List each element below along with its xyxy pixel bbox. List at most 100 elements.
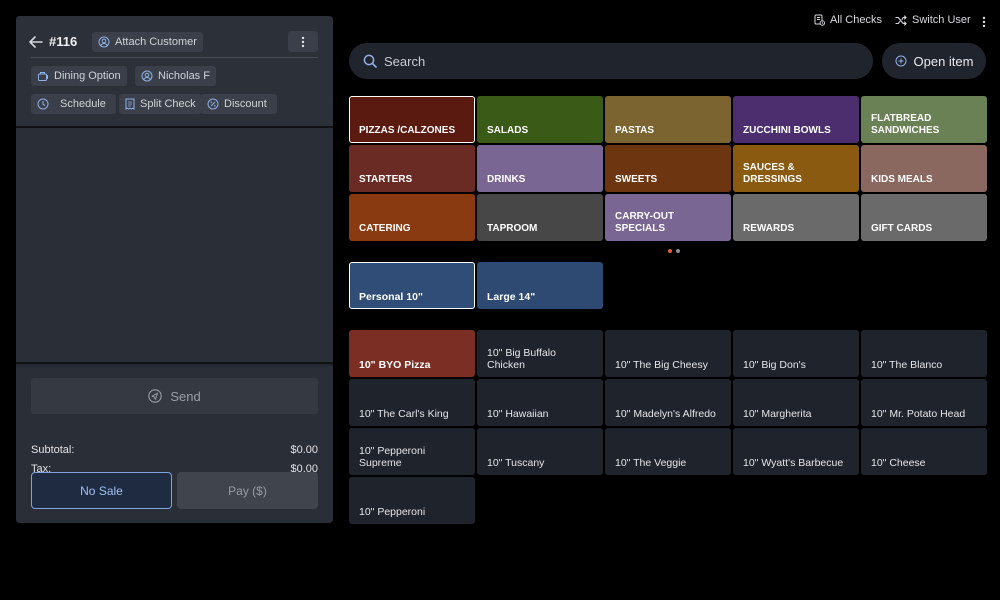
search-input[interactable]	[384, 53, 824, 69]
no-sale-button[interactable]: No Sale	[31, 472, 172, 509]
menu-item-tile[interactable]: 10" Big Buffalo Chicken	[477, 330, 603, 377]
menu-item-label: 10" Pepperoni	[359, 506, 426, 518]
pager-dot-active[interactable]	[668, 249, 672, 253]
category-tile[interactable]: KIDS MEALS	[861, 145, 987, 192]
attach-customer-label: Attach Customer	[115, 36, 197, 48]
category-tile[interactable]: REWARDS	[733, 194, 859, 241]
category-tile[interactable]: STARTERS	[349, 145, 475, 192]
switch-user-button[interactable]: Switch User	[895, 14, 971, 26]
split-check-button[interactable]: Split Check	[119, 94, 202, 114]
menu-item-label: 10" Cheese	[871, 457, 926, 469]
percent-badge-icon	[207, 98, 219, 110]
menu-item-tile[interactable]: 10" Hawaiian	[477, 379, 603, 426]
size-tab[interactable]: Large 14"	[477, 262, 603, 309]
attach-customer-button[interactable]: Attach Customer	[92, 32, 203, 52]
check-number: #116	[49, 34, 78, 49]
dining-option-button[interactable]: Dining Option	[31, 66, 127, 86]
switch-user-label: Switch User	[912, 14, 971, 26]
discount-label: Discount	[224, 98, 267, 110]
menu-item-tile[interactable]: 10" Mr. Potato Head	[861, 379, 987, 426]
category-tile[interactable]: DRINKS	[477, 145, 603, 192]
category-label: SWEETS	[615, 174, 658, 185]
discount-button[interactable]: Discount	[201, 94, 277, 114]
category-label: REWARDS	[743, 223, 795, 234]
back-arrow-icon[interactable]	[28, 34, 44, 50]
all-checks-label: All Checks	[830, 14, 882, 26]
category-pager	[668, 249, 680, 253]
category-tile[interactable]: SAUCES & DRESSINGS	[733, 145, 859, 192]
search-bar[interactable]	[349, 43, 873, 79]
shuffle-icon	[895, 14, 907, 26]
menu-item-tile[interactable]: 10" Madelyn's Alfredo	[605, 379, 731, 426]
category-tile[interactable]: ZUCCHINI BOWLS	[733, 96, 859, 143]
send-button[interactable]: Send	[31, 378, 318, 414]
size-label: Personal 10"	[359, 291, 423, 303]
menu-item-tile[interactable]: 10" The Big Cheesy	[605, 330, 731, 377]
menu-item-tile[interactable]: 10" The Blanco	[861, 330, 987, 377]
menu-item-label: 10" Big Buffalo Chicken	[487, 347, 556, 371]
user-circle-icon	[141, 70, 153, 82]
menu-item-tile[interactable]: 10" Margherita	[733, 379, 859, 426]
check-items-area	[16, 126, 333, 364]
split-check-label: Split Check	[140, 98, 196, 110]
category-tile[interactable]: PIZZAS /CALZONES	[349, 96, 475, 143]
user-circle-icon	[98, 36, 110, 48]
menu-item-tile[interactable]: 10" Tuscany	[477, 428, 603, 475]
header-divider	[31, 57, 318, 58]
plus-circle-icon	[895, 55, 906, 67]
category-label: CARRY-OUT SPECIALS	[615, 211, 675, 234]
menu-item-tile[interactable]: 10" Cheese	[861, 428, 987, 475]
category-tile[interactable]: GIFT CARDS	[861, 194, 987, 241]
category-tile[interactable]: TAPROOM	[477, 194, 603, 241]
menu-item-label: 10" BYO Pizza	[359, 359, 431, 371]
category-label: DRINKS	[487, 174, 526, 185]
schedule-button[interactable]: Schedule	[31, 94, 116, 114]
category-tile[interactable]: PASTAS	[605, 96, 731, 143]
menu-item-tile[interactable]: 10" Wyatt's Barbecue	[733, 428, 859, 475]
server-label: Nicholas F	[158, 70, 210, 82]
clock-icon	[37, 98, 49, 110]
menu-item-tile[interactable]: 10" The Veggie	[605, 428, 731, 475]
category-tile[interactable]: CATERING	[349, 194, 475, 241]
category-tile[interactable]: SWEETS	[605, 145, 731, 192]
category-label: ZUCCHINI BOWLS	[743, 125, 831, 136]
menu-item-label: 10" Wyatt's Barbecue	[743, 457, 844, 469]
category-label: CATERING	[359, 223, 411, 234]
server-button[interactable]: Nicholas F	[135, 66, 216, 86]
open-item-label: Open item	[913, 53, 974, 69]
takeout-bag-icon	[38, 72, 48, 81]
menu-item-label: 10" Madelyn's Alfredo	[615, 408, 716, 420]
menu-item-label: 10" Margherita	[743, 408, 812, 420]
subtotal-label: Subtotal:	[31, 444, 75, 456]
menu-item-tile[interactable]: 10" Pepperoni	[349, 477, 475, 524]
category-tile[interactable]: FLATBREAD SANDWICHES	[861, 96, 987, 143]
menu-item-label: 10" The Carl's King	[359, 408, 449, 420]
check-menu-button[interactable]	[288, 31, 318, 52]
menu-item-tile[interactable]: 10" Big Don's	[733, 330, 859, 377]
category-tile[interactable]: SALADS	[477, 96, 603, 143]
menu-item-tile[interactable]: 10" The Carl's King	[349, 379, 475, 426]
open-item-button[interactable]: Open item	[882, 43, 986, 79]
menu-item-tile[interactable]: 10" BYO Pizza	[349, 330, 475, 377]
receipt-icon	[125, 98, 135, 110]
kebab-icon	[301, 36, 305, 47]
all-checks-button[interactable]: All Checks	[814, 14, 882, 26]
category-label: FLATBREAD SANDWICHES	[871, 113, 940, 136]
check-header: #116 Attach Customer Dining Option Nicho…	[16, 16, 333, 126]
menu-item-label: 10" The Big Cheesy	[615, 359, 708, 371]
category-label: SALADS	[487, 125, 529, 136]
checks-stack-icon	[814, 14, 825, 26]
pay-button[interactable]: Pay ($)	[177, 472, 318, 509]
category-tile[interactable]: CARRY-OUT SPECIALS	[605, 194, 731, 241]
pager-dot[interactable]	[676, 249, 680, 253]
menu-item-label: 10" The Blanco	[871, 359, 943, 371]
schedule-label: Schedule	[60, 98, 106, 110]
main-menu-button[interactable]	[978, 14, 990, 30]
category-label: GIFT CARDS	[871, 223, 933, 234]
category-label: STARTERS	[359, 174, 413, 185]
subtotal-row: Subtotal: $0.00	[31, 444, 318, 456]
subtotal-value: $0.00	[290, 444, 318, 456]
menu-item-tile[interactable]: 10" Pepperoni Supreme	[349, 428, 475, 475]
size-tab[interactable]: Personal 10"	[349, 262, 475, 309]
check-panel: #116 Attach Customer Dining Option Nicho…	[16, 16, 333, 523]
